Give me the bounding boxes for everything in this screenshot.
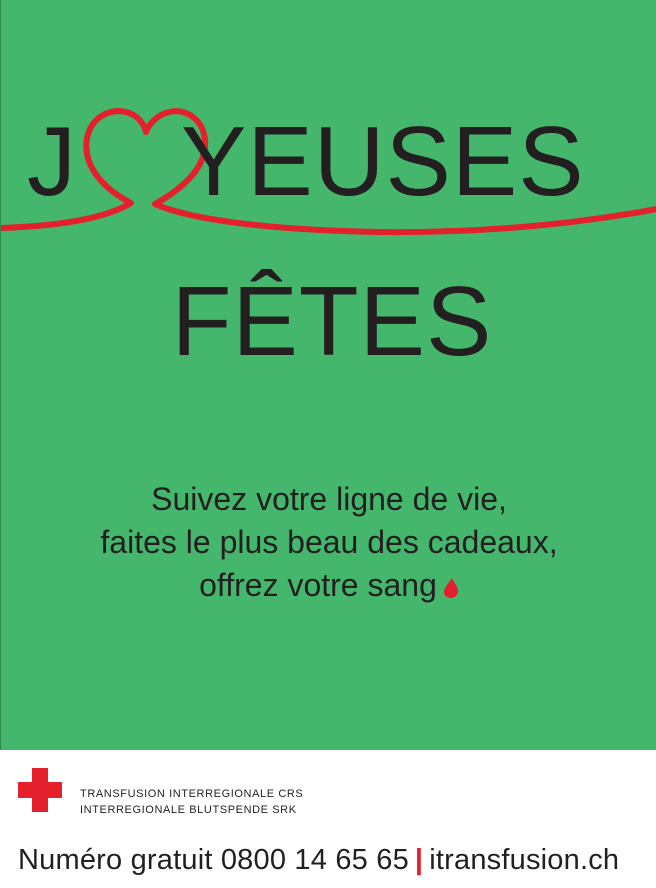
org-line-1: TRANSFUSION INTERREGIONALE CRS — [80, 788, 304, 800]
blood-drop-icon — [443, 577, 458, 598]
tagline-line-2: faites le plus beau des cadeaux, — [100, 524, 558, 560]
tagline-line-1: Suivez votre ligne de vie, — [151, 481, 507, 517]
website-link[interactable]: itransfusion.ch — [429, 844, 619, 876]
contact-line: Numéro gratuit 0800 14 65 65 | itransfusio… — [18, 842, 619, 878]
organization-name: TRANSFUSION INTERREGIONALE CRS INTERREGI… — [80, 786, 303, 818]
tagline-line-3: offrez votre sang — [1, 564, 656, 607]
title-rest: YEUSES — [181, 106, 585, 216]
tagline: Suivez votre ligne de vie, faites le plu… — [1, 478, 656, 607]
phone-number[interactable]: Numéro gratuit 0800 14 65 65 — [18, 844, 409, 876]
title-line-2: FÊTES — [1, 272, 656, 370]
separator: | — [414, 844, 424, 876]
red-cross-icon — [18, 768, 62, 812]
org-line-2: INTERREGIONALE BLUTSPENDE SRK — [80, 804, 297, 816]
poster-background: J YEUSES FÊTES Suivez votre ligne de vie… — [0, 0, 656, 750]
title-first-letter: J — [27, 106, 77, 216]
title-fetes: FÊTES — [171, 266, 493, 376]
tagline-line-3-text: offrez votre sang — [199, 567, 437, 603]
